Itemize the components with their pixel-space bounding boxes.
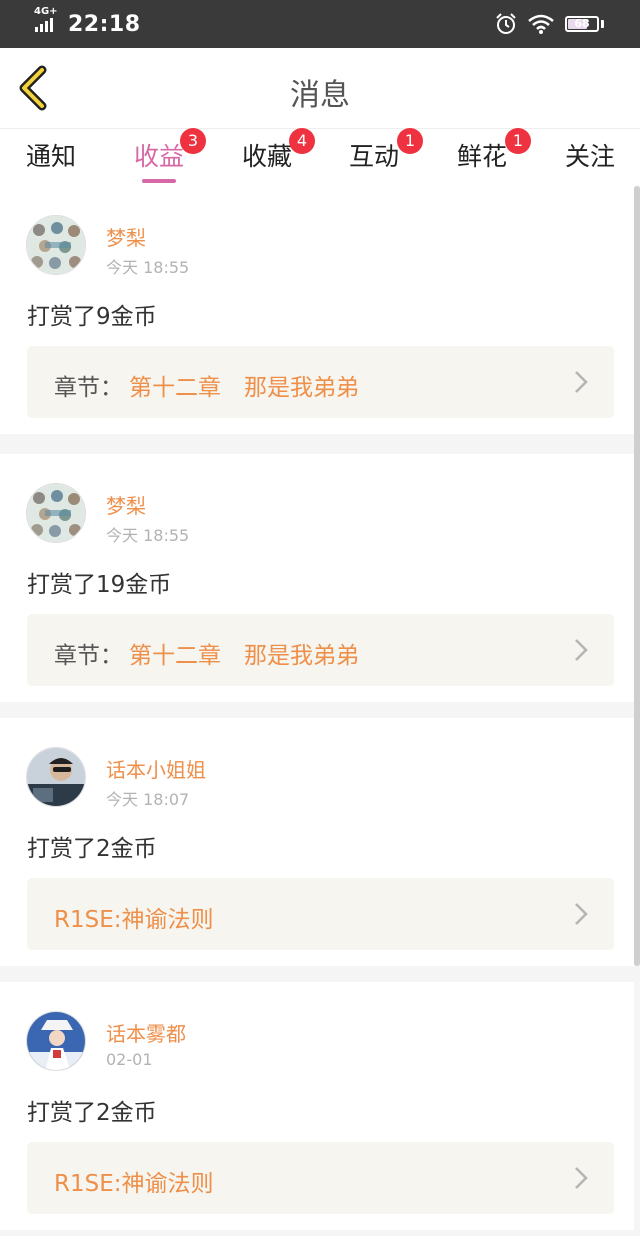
tab-label: 收益 <box>133 142 184 171</box>
chapter-link[interactable]: 章节： 第十二章 那是我弟弟 <box>27 614 614 686</box>
tab-label: 收藏 <box>241 142 292 171</box>
active-tab-indicator <box>142 179 176 183</box>
message-text: 打赏了2金币 <box>27 836 157 862</box>
network-type: 4G+ <box>34 6 58 17</box>
tab-label: 鲜花 <box>456 142 507 171</box>
message-card: 梦梨 今天 18:55 打赏了19金币 章节： 第十二章 那是我弟弟 <box>0 454 634 702</box>
message-time: 今天 18:07 <box>106 790 190 809</box>
message-list: 梦梨 今天 18:55 打赏了9金币 章节： 第十二章 那是我弟弟 梦梨 今天 … <box>0 186 640 1236</box>
alarm-icon <box>496 13 516 34</box>
message-text: 打赏了9金币 <box>27 304 157 330</box>
chevron-right-icon <box>575 903 588 925</box>
status-bar: 4G+ 22:18 68 <box>0 0 640 48</box>
tab-favorites[interactable]: 收藏 4 <box>217 128 317 173</box>
battery-tip <box>601 20 604 28</box>
chevron-right-icon <box>575 639 588 661</box>
battery-level: 68 <box>574 17 590 30</box>
message-card: 话本雾都 02-01 打赏了2金币 R1SE:神谕法则 <box>0 982 634 1230</box>
battery-icon: 68 <box>565 16 599 32</box>
link-text: 第十二章 那是我弟弟 <box>129 375 359 401</box>
message-card: 梦梨 今天 18:55 打赏了9金币 章节： 第十二章 那是我弟弟 <box>0 186 634 434</box>
tab-income[interactable]: 收益 3 <box>109 128 209 173</box>
tab-flowers[interactable]: 鲜花 1 <box>432 128 532 173</box>
message-time: 今天 18:55 <box>106 258 190 277</box>
chevron-right-icon <box>575 371 588 393</box>
unread-badge: 4 <box>289 128 315 154</box>
book-link[interactable]: R1SE:神谕法则 <box>27 1142 614 1214</box>
tab-follow[interactable]: 关注 <box>540 137 640 173</box>
message-card: 话本小姐姐 今天 18:07 打赏了2金币 R1SE:神谕法则 <box>0 718 634 966</box>
scrollbar[interactable] <box>634 186 640 966</box>
link-label: 章节： <box>54 375 123 401</box>
user-name[interactable]: 话本雾都 <box>106 1018 186 1047</box>
avatar[interactable] <box>26 215 86 275</box>
user-name[interactable]: 梦梨 <box>106 222 146 251</box>
user-name[interactable]: 话本小姐姐 <box>106 754 206 783</box>
link-label: 章节： <box>54 643 123 669</box>
signal-icon <box>35 18 53 32</box>
user-name[interactable]: 梦梨 <box>106 490 146 519</box>
tab-label: 关注 <box>564 142 615 171</box>
message-text: 打赏了19金币 <box>27 572 172 598</box>
tab-notice[interactable]: 通知 <box>1 137 101 173</box>
link-text: R1SE:神谕法则 <box>54 907 214 933</box>
chapter-link[interactable]: 章节： 第十二章 那是我弟弟 <box>27 346 614 418</box>
tab-label: 通知 <box>25 142 76 171</box>
avatar[interactable] <box>26 1011 86 1071</box>
clock: 22:18 <box>68 11 141 37</box>
app-header: 消息 <box>0 48 640 128</box>
unread-badge: 1 <box>397 128 423 154</box>
book-link[interactable]: R1SE:神谕法则 <box>27 878 614 950</box>
link-text: R1SE:神谕法则 <box>54 1171 214 1197</box>
tab-bar: 通知 收益 3 收藏 4 互动 1 鲜花 1 关注 <box>0 128 640 186</box>
page-title: 消息 <box>290 78 350 113</box>
wifi-icon <box>528 14 554 34</box>
message-time: 02-01 <box>106 1050 153 1069</box>
link-text: 第十二章 那是我弟弟 <box>129 643 359 669</box>
tab-interaction[interactable]: 互动 1 <box>324 128 424 173</box>
message-time: 今天 18:55 <box>106 526 190 545</box>
tab-label: 互动 <box>348 142 399 171</box>
avatar[interactable] <box>26 747 86 807</box>
unread-badge: 3 <box>180 128 206 154</box>
avatar[interactable] <box>26 483 86 543</box>
unread-badge: 1 <box>505 128 531 154</box>
chevron-right-icon <box>575 1167 588 1189</box>
message-text: 打赏了2金币 <box>27 1100 157 1126</box>
